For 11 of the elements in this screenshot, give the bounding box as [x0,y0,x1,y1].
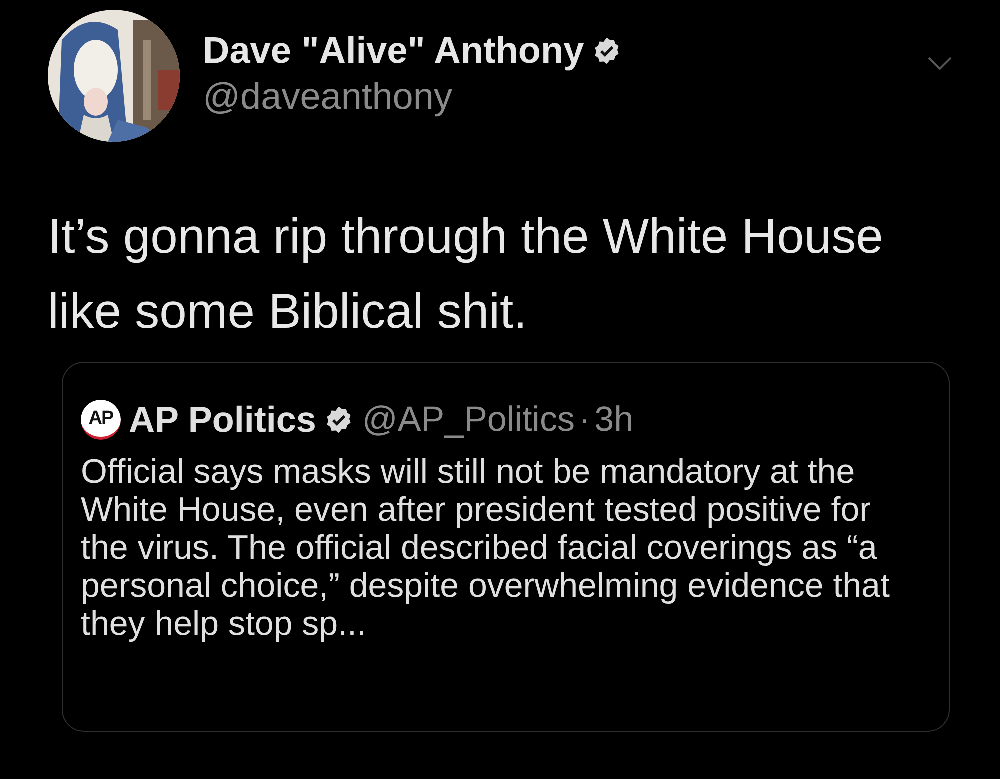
quoted-author-name: AP Politics [129,399,316,441]
author-name: Dave "Alive" Anthony [203,30,584,72]
separator-dot: · [578,400,591,440]
author-handle: @daveanthony [203,76,454,118]
tweet-time: 3h [594,400,634,440]
ap-logo-icon: AP [81,400,121,440]
quoted-tweet-text: Official says masks will still not be mandatory at the White House, even after president tested positive for the virus. The official described facial coverings as “a personal choice,” despite overwhelming evidence that they help stop sp... [81,453,891,643]
quoted-tweet-card[interactable] [62,362,950,732]
quoted-author-handle: @AP_Politics [362,400,575,440]
chevron-down-icon[interactable] [928,57,952,71]
tweet-text: It’s gonna rip through the White House like some Biblical shit. [48,209,884,341]
